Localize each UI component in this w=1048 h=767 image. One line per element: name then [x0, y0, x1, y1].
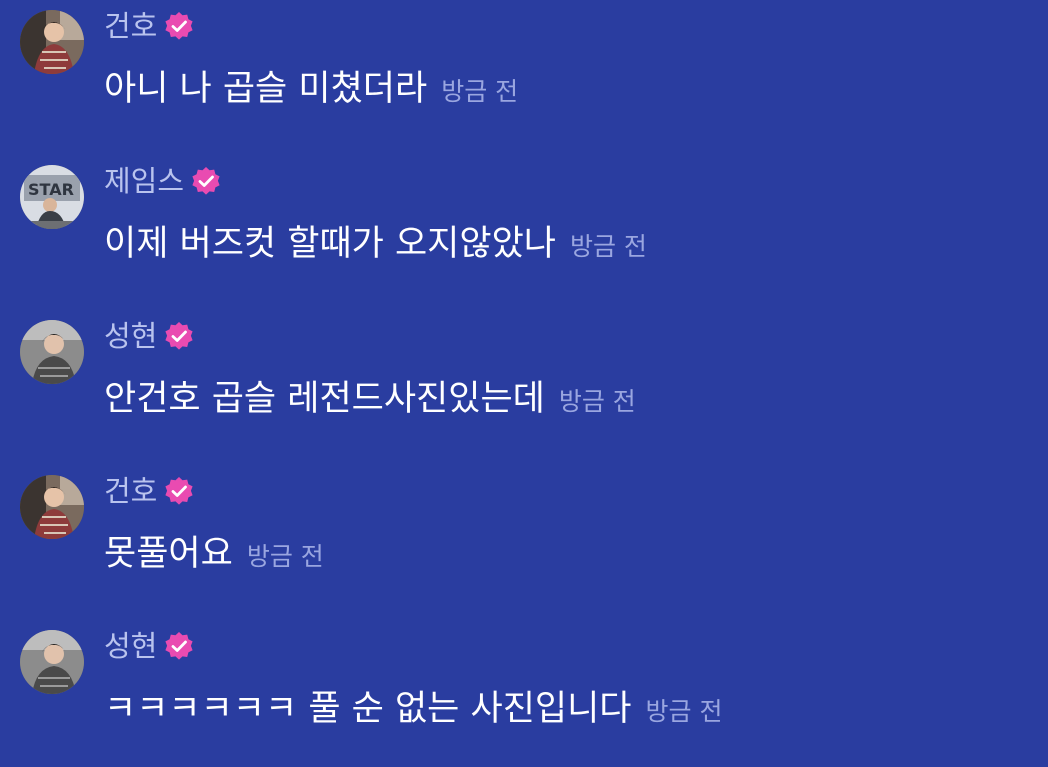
timestamp: 방금 전	[645, 697, 723, 726]
message-text: 이제 버즈컷 할때가 오지않았나	[104, 224, 556, 264]
person-photo-avatar-icon: STAR	[20, 165, 84, 229]
timestamp: 방금 전	[569, 232, 647, 261]
avatar[interactable]	[20, 630, 84, 694]
author-name[interactable]: 성현	[104, 316, 157, 356]
avatar[interactable]	[20, 320, 84, 384]
verified-badge-icon	[191, 166, 221, 196]
person-photo-avatar-icon	[20, 630, 84, 694]
verified-badge-icon	[164, 321, 194, 351]
message-item: 성현 ㅋㅋㅋㅋㅋㅋ 풀 순 없는 사진입니다 방금 전	[0, 622, 1048, 752]
message-text: ㅋㅋㅋㅋㅋㅋ 풀 순 없는 사진입니다	[104, 689, 632, 729]
author-name[interactable]: 제임스	[104, 161, 184, 201]
verified-badge-icon	[164, 631, 194, 661]
message-item: 건호 못풀어요 방금 전	[0, 467, 1048, 597]
verified-badge-icon	[164, 11, 194, 41]
author-name[interactable]: 건호	[104, 6, 157, 46]
svg-text:STAR: STAR	[28, 180, 74, 199]
avatar[interactable]	[20, 475, 84, 539]
timestamp: 방금 전	[246, 542, 324, 571]
message-item: 건호 아니 나 곱슬 미쳤더라 방금 전	[0, 2, 1048, 132]
author-name[interactable]: 성현	[104, 626, 157, 666]
message-feed: 건호 아니 나 곱슬 미쳤더라 방금 전 STAR 제임스 이제 버즈컷 할때가…	[0, 0, 1048, 767]
timestamp: 방금 전	[441, 77, 519, 106]
person-photo-avatar-icon	[20, 475, 84, 539]
message-item: STAR 제임스 이제 버즈컷 할때가 오지않았나 방금 전	[0, 157, 1048, 287]
author-name[interactable]: 건호	[104, 471, 157, 511]
verified-badge-icon	[164, 476, 194, 506]
avatar[interactable]	[20, 10, 84, 74]
message-text: 못풀어요	[104, 534, 233, 574]
message-text: 아니 나 곱슬 미쳤더라	[104, 69, 428, 109]
message-text: 안건호 곱슬 레전드사진있는데	[104, 379, 545, 419]
message-item: 성현 안건호 곱슬 레전드사진있는데 방금 전	[0, 312, 1048, 442]
person-photo-avatar-icon	[20, 10, 84, 74]
person-photo-avatar-icon	[20, 320, 84, 384]
timestamp: 방금 전	[558, 387, 636, 416]
avatar[interactable]: STAR	[20, 165, 84, 229]
